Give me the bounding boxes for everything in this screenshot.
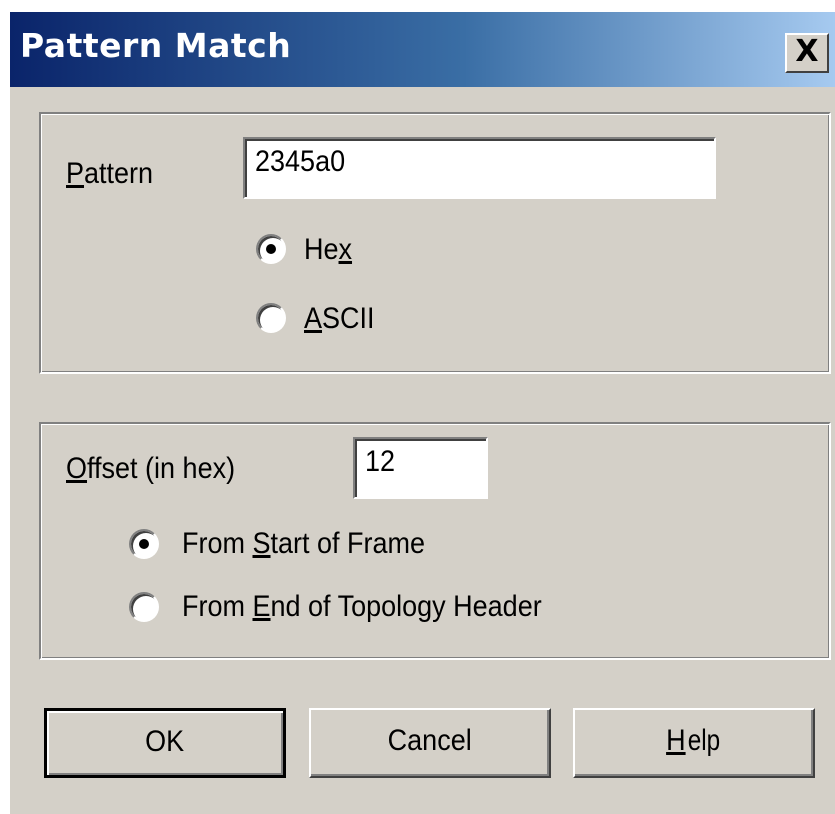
from-start-of-frame-label[interactable]: From Start of Frame: [182, 527, 425, 561]
from-end-of-topology-header-radio[interactable]: [129, 592, 159, 622]
ascii-radio[interactable]: [256, 303, 286, 333]
title-bar[interactable]: Pattern Match X: [10, 12, 835, 87]
close-button[interactable]: X: [785, 33, 829, 73]
pattern-match-dialog: Pattern Match X Pattern 2345a0 Hex ASCII…: [10, 12, 835, 814]
offset-label: Offset (in hex): [66, 452, 236, 485]
hex-radio-label[interactable]: Hex: [304, 233, 352, 267]
from-end-of-topology-header-label[interactable]: From End of Topology Header: [182, 590, 542, 624]
help-button[interactable]: Help: [573, 708, 815, 778]
selected-dot: [139, 539, 149, 549]
close-icon: X: [795, 34, 819, 69]
pattern-label: Pattern: [66, 157, 154, 190]
ascii-radio-label[interactable]: ASCII: [304, 302, 375, 336]
from-start-of-frame-radio[interactable]: [129, 529, 159, 559]
cancel-button[interactable]: Cancel: [309, 708, 551, 778]
selected-dot: [266, 244, 276, 254]
hex-radio[interactable]: [256, 234, 286, 264]
dialog-title: Pattern Match: [20, 26, 292, 65]
ok-button[interactable]: OK: [44, 708, 286, 778]
pattern-input[interactable]: 2345a0: [243, 137, 716, 199]
offset-input[interactable]: 12: [353, 437, 488, 499]
